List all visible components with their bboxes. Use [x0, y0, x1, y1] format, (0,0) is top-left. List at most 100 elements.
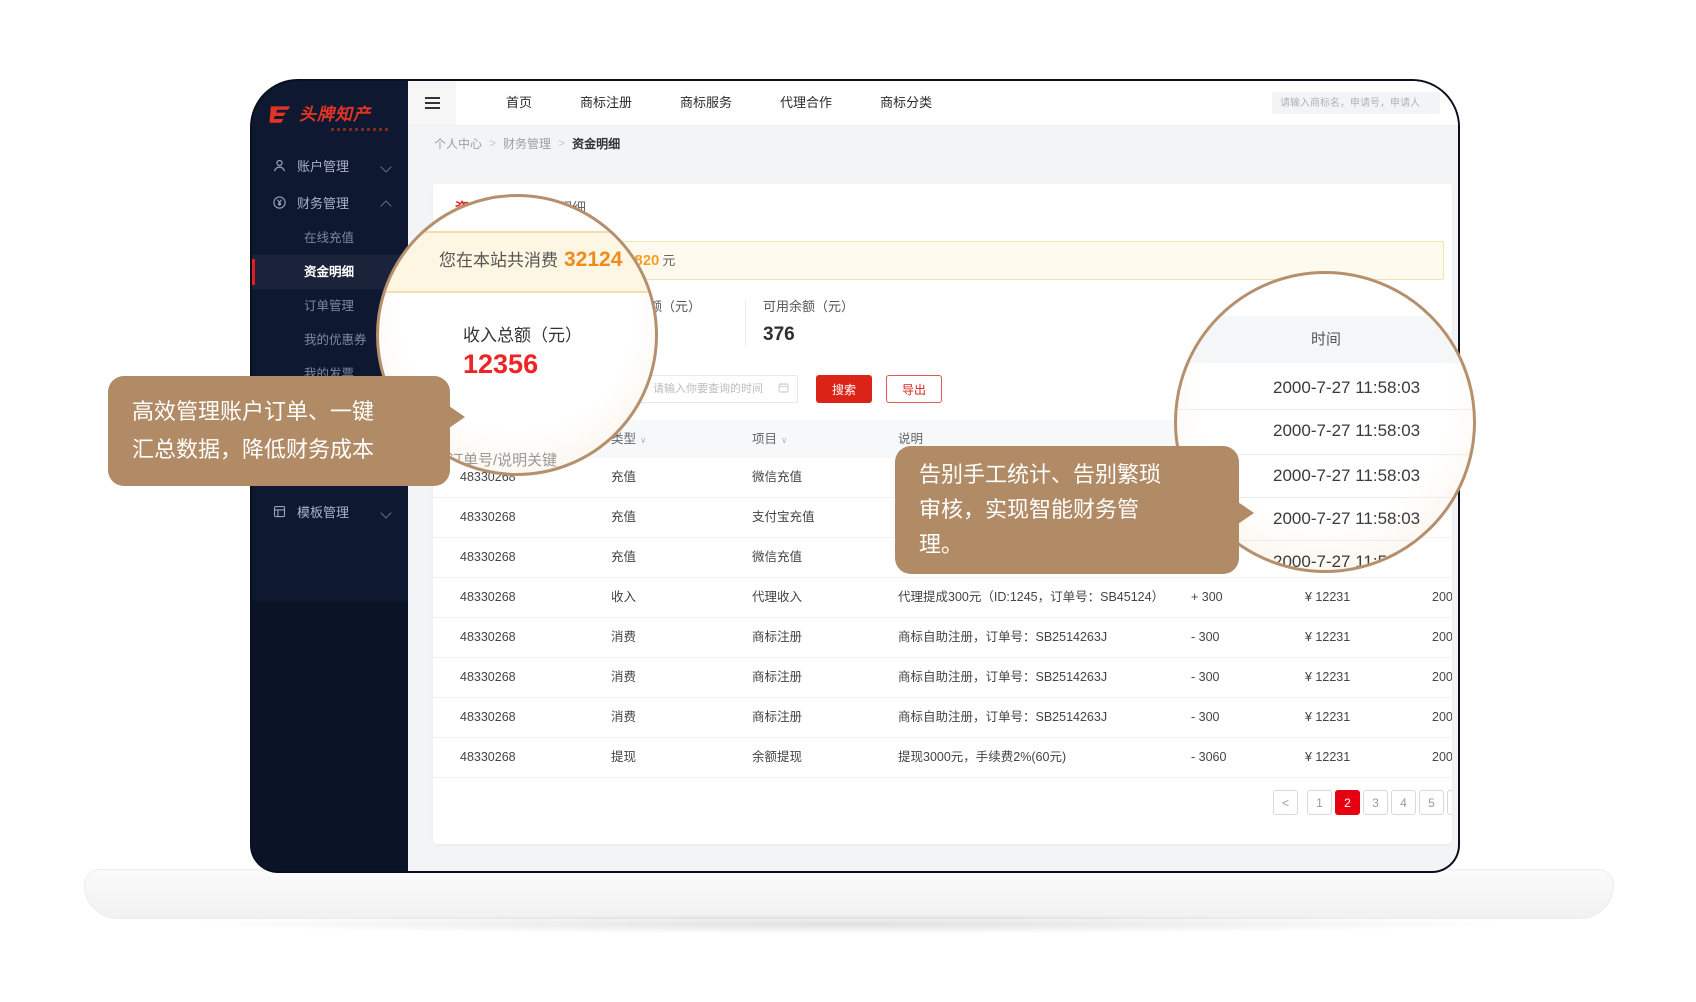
cell-type: 充值 [611, 498, 636, 537]
cell-order: 48330268 [460, 698, 516, 737]
page-background: 头牌知产 账户管理 财务管理 [0, 0, 1696, 1002]
sidebar-item-label: 财务管理 [297, 193, 349, 212]
cell-project: 代理收入 [752, 578, 802, 617]
cell-order: 48330268 [460, 578, 516, 617]
table-row: 48330268 消费 商标注册 商标自助注册，订单号：SB2514263J - 300… [433, 658, 1452, 698]
sidebar-item-account[interactable]: 账户管理 [252, 147, 408, 184]
page-next-button[interactable]: > [1447, 790, 1452, 815]
chevron-up-icon [380, 200, 391, 211]
nav-tab[interactable]: 代理合作 [756, 81, 856, 125]
table-row: 48330268 消费 商标注册 商标自助注册，订单号：SB2514263J - 300… [433, 698, 1452, 738]
cell-order: 48330268 [460, 538, 516, 577]
finance-icon [272, 195, 287, 210]
breadcrumb-separator: > [489, 136, 496, 150]
cell-time: 2000-7-27 11:58:03 [1432, 698, 1452, 737]
cell-project: 商标注册 [752, 698, 802, 737]
cell-project: 微信充值 [752, 458, 802, 497]
magnified-date: 2000-7-27 11:58:03 [1273, 466, 1420, 486]
cell-project: 余额提现 [752, 738, 802, 777]
cell-balance: ¥ 12231 [1305, 698, 1350, 737]
page-number-button[interactable]: 1 [1307, 790, 1332, 815]
cell-type: 消费 [611, 698, 636, 737]
cell-balance: ¥ 12231 [1305, 738, 1350, 777]
cell-order: 48330268 [460, 498, 516, 537]
header-project[interactable]: 项目∨ [752, 420, 788, 459]
laptop-base [84, 869, 1614, 919]
breadcrumb: 个人中心 > 财务管理 > 资金明细 [408, 126, 1458, 160]
cell-desc: 代理提成300元（ID:1245，订单号：SB45124） [898, 578, 1164, 617]
logo: 头牌知产 [252, 81, 408, 131]
magnified-date: 2000-7-27 11:58:03 [1273, 378, 1420, 398]
table-row: 48330268 提现 余额提现 提现3000元，手续费2%(60元) - 3060 ¥ … [433, 738, 1452, 778]
cell-type: 收入 [611, 578, 636, 617]
cell-amount: - 300 [1191, 698, 1220, 737]
cell-order: 48330268 [460, 618, 516, 657]
table-row: 48330268 收入 代理收入 代理提成300元（ID:1245，订单号：SB451… [433, 578, 1452, 618]
stat-divider [745, 300, 746, 346]
topbar-nav: 首页商标注册商标服务代理合作商标分类 [482, 81, 956, 125]
hamburger-menu-icon[interactable] [408, 81, 456, 125]
sidebar-item-template[interactable]: 模板管理 [252, 493, 408, 530]
pagination: <12345> [1273, 790, 1452, 815]
calendar-icon[interactable] [778, 380, 789, 398]
sidebar-item-finance[interactable]: 财务管理 [252, 184, 408, 221]
cell-type: 充值 [611, 538, 636, 577]
export-button[interactable]: 导出 [886, 375, 942, 403]
logo-icon [268, 105, 293, 130]
page-number-button[interactable]: 3 [1363, 790, 1388, 815]
cell-desc: 商标自助注册，订单号：SB2514263J [898, 618, 1107, 657]
page-number-button[interactable]: 5 [1419, 790, 1444, 815]
cell-project: 商标注册 [752, 618, 802, 657]
breadcrumb-item: 资金明细 [572, 135, 620, 152]
nav-tab[interactable]: 商标分类 [856, 81, 956, 125]
breadcrumb-item[interactable]: 财务管理 [503, 135, 551, 152]
row-divider [1177, 409, 1473, 410]
template-icon [272, 504, 287, 519]
cell-amount: - 3060 [1191, 738, 1226, 777]
cell-project: 支付宝充值 [752, 498, 815, 537]
cell-order: 48330268 [460, 738, 516, 777]
cell-amount: - 300 [1191, 618, 1220, 657]
cell-amount: + 300 [1191, 578, 1223, 617]
tooltip-left: 高效管理账户订单、一键 汇总数据，降低财务成本 [108, 376, 450, 486]
cell-time: 2000-7-27 11:58:03 [1432, 738, 1452, 777]
cell-type: 消费 [611, 658, 636, 697]
sidebar-item-label: 账户管理 [297, 156, 349, 175]
page-number-button[interactable]: 2 [1335, 790, 1360, 815]
cell-desc: 商标自助注册，订单号：SB2514263J [898, 698, 1107, 737]
cell-type: 提现 [611, 738, 636, 777]
time-query-field[interactable] [640, 375, 798, 403]
breadcrumb-item[interactable]: 个人中心 [434, 135, 482, 152]
sort-caret-icon: ∨ [781, 435, 788, 445]
cell-amount: - 300 [1191, 658, 1220, 697]
search-button[interactable]: 搜索 [816, 375, 872, 403]
cell-desc: 商标自助注册，订单号：SB2514263J [898, 658, 1107, 697]
cell-desc: 提现3000元，手续费2%(60元) [898, 738, 1066, 777]
page-prev-button[interactable]: < [1273, 790, 1298, 815]
sidebar-item-label: 模板管理 [297, 502, 349, 521]
time-query-input[interactable] [651, 382, 778, 396]
magnified-date: 2000-7-27 11:58:03 [1273, 552, 1420, 572]
cell-balance: ¥ 12231 [1305, 658, 1350, 697]
magnified-stat-label: 收入总额（元） [463, 321, 582, 346]
cell-time: 2000-7-27 11:58:03 [1432, 578, 1452, 617]
search-input[interactable] [1272, 92, 1440, 114]
magnified-date: 2000-7-27 11:58:03 [1273, 421, 1420, 441]
magnified-date: 2000-7-27 11:58:03 [1273, 509, 1420, 529]
page-number-button[interactable]: 4 [1391, 790, 1416, 815]
sort-caret-icon: ∨ [640, 435, 647, 445]
cell-project: 商标注册 [752, 658, 802, 697]
table-row: 48330268消费商标注册商标自助注册，订单号：SB2514263J- 300… [433, 618, 1452, 658]
nav-tab[interactable]: 首页 [482, 81, 556, 125]
nav-tab[interactable]: 商标服务 [656, 81, 756, 125]
stat-balance: 可用余额（元） 376 [763, 296, 854, 346]
magnified-column-header: 订单号/说明关键 [448, 449, 557, 470]
nav-tab[interactable]: 商标注册 [556, 81, 656, 125]
magnified-time-header: 时间 [1174, 316, 1476, 363]
cell-order: 48330268 [460, 658, 516, 697]
breadcrumb-separator: > [558, 136, 565, 150]
tooltip-right: 告别手工统计、告别繁琐 审核，实现智能财务管 理。 [895, 446, 1239, 574]
magnified-banner: 您在本站共消费32124 [376, 231, 658, 293]
cell-time: 2000-7-27 11:58:03 [1432, 618, 1452, 657]
cell-balance: ¥ 12231 [1305, 618, 1350, 657]
